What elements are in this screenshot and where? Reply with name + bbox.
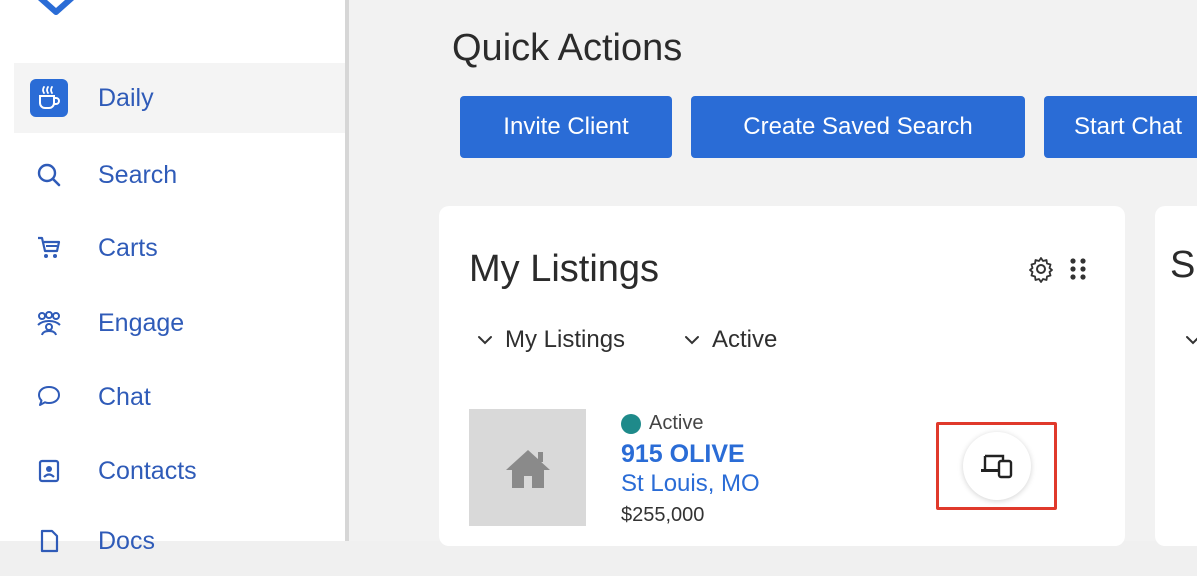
contact-card-icon bbox=[30, 452, 68, 490]
cart-icon bbox=[30, 229, 68, 267]
sidebar-item-carts[interactable]: Carts bbox=[14, 213, 347, 283]
sidebar: Daily Search Carts Engage Chat Contacts … bbox=[0, 0, 347, 555]
invite-client-button[interactable]: Invite Client bbox=[460, 96, 672, 158]
listing-city[interactable]: St Louis, MO bbox=[621, 470, 760, 498]
quick-actions-title: Quick Actions bbox=[452, 27, 683, 69]
sidebar-item-label: Carts bbox=[98, 233, 158, 262]
sidebar-item-docs[interactable]: Docs bbox=[14, 506, 347, 576]
listings-status-dropdown[interactable]: Active bbox=[684, 326, 777, 354]
sidebar-item-daily[interactable]: Daily bbox=[14, 63, 347, 133]
sidebar-item-label: Docs bbox=[98, 526, 155, 555]
my-listings-card: My Listings My Listings Active Active 91… bbox=[439, 206, 1125, 546]
drag-handle-icon[interactable] bbox=[1067, 256, 1089, 282]
sidebar-item-label: Search bbox=[98, 160, 178, 189]
sidebar-item-search[interactable]: Search bbox=[14, 140, 347, 210]
next-card-partial: S bbox=[1155, 206, 1197, 546]
start-chat-button[interactable]: Start Chat bbox=[1044, 96, 1197, 158]
logo-icon bbox=[37, 0, 75, 15]
people-icon bbox=[30, 304, 68, 342]
house-icon bbox=[505, 449, 550, 488]
chevron-down-icon bbox=[1186, 336, 1197, 345]
chevron-down-icon bbox=[478, 336, 492, 345]
sidebar-item-label: Chat bbox=[98, 382, 151, 411]
highlight-box bbox=[936, 422, 1057, 510]
coffee-cup-icon bbox=[30, 79, 68, 117]
card-title: S bbox=[1170, 244, 1196, 286]
card-title: My Listings bbox=[469, 248, 660, 290]
document-icon bbox=[30, 522, 68, 560]
sidebar-item-label: Engage bbox=[98, 308, 185, 337]
listing-thumbnail[interactable] bbox=[469, 409, 586, 526]
sidebar-item-chat[interactable]: Chat bbox=[14, 362, 347, 432]
chevron-down-icon bbox=[685, 336, 699, 345]
devices-icon bbox=[980, 454, 1012, 479]
filter-label: Active bbox=[712, 326, 778, 353]
create-saved-search-button[interactable]: Create Saved Search bbox=[691, 96, 1025, 158]
main-content: Quick Actions Invite Client Create Saved… bbox=[349, 0, 1197, 546]
status-dot bbox=[621, 413, 641, 434]
devices-button[interactable] bbox=[962, 432, 1031, 500]
search-icon bbox=[30, 156, 68, 194]
listing-status: Active bbox=[621, 412, 703, 435]
listings-scope-dropdown[interactable]: My Listings bbox=[477, 326, 625, 354]
sidebar-item-label: Daily bbox=[98, 83, 154, 112]
listing-address-link[interactable]: 915 OLIVE bbox=[621, 440, 745, 469]
chat-bubble-icon bbox=[30, 378, 68, 416]
status-text: Active bbox=[649, 412, 704, 434]
filter-label: My Listings bbox=[505, 326, 626, 353]
listing-price: $255,000 bbox=[621, 504, 705, 526]
sidebar-item-engage[interactable]: Engage bbox=[14, 288, 347, 358]
sidebar-item-label: Contacts bbox=[98, 456, 197, 485]
sidebar-item-contacts[interactable]: Contacts bbox=[14, 436, 347, 506]
gear-icon[interactable] bbox=[1027, 255, 1055, 283]
